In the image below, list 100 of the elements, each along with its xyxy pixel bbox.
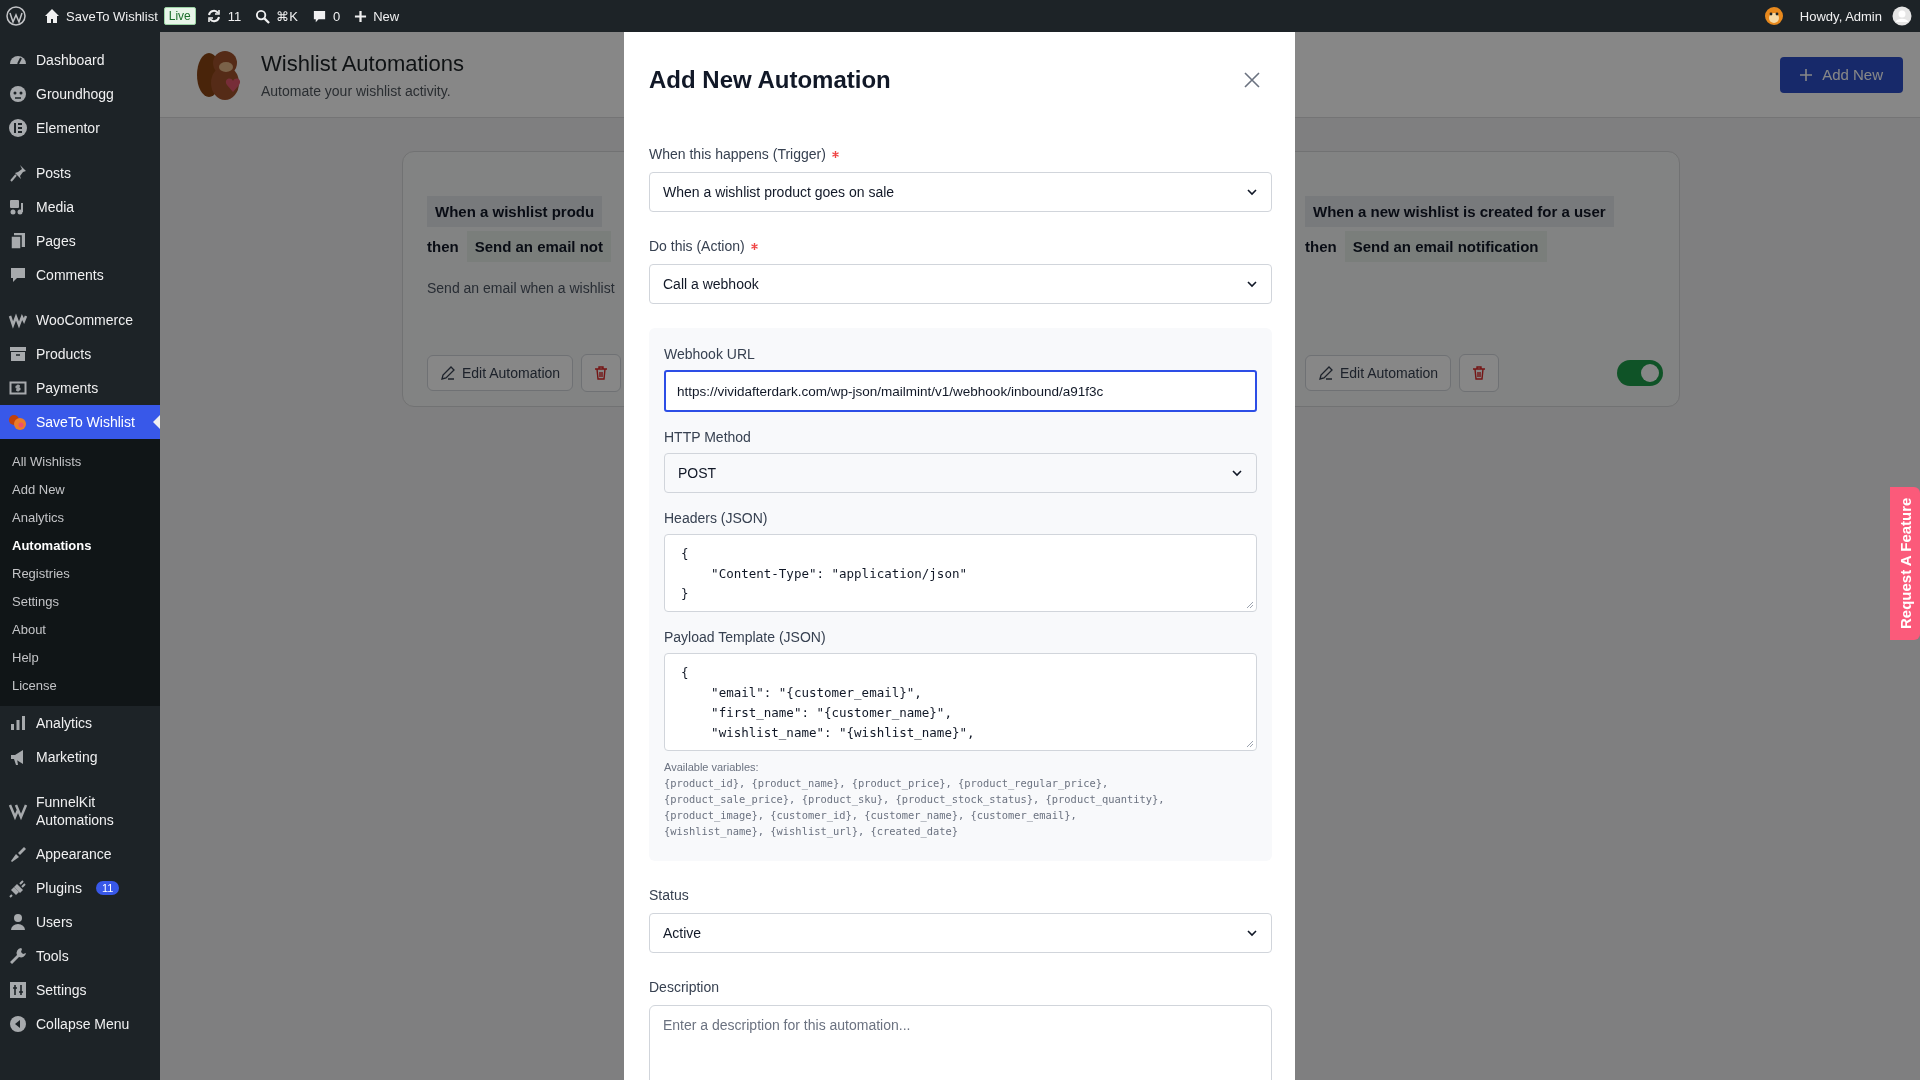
- sliders-icon: [8, 980, 28, 1000]
- field-label: Status: [649, 887, 689, 903]
- collapse-icon: [8, 1014, 28, 1034]
- sidebar-item[interactable]: WooCommerce: [0, 303, 160, 337]
- new-link[interactable]: New: [354, 8, 400, 24]
- circle-logo-icon[interactable]: [6, 6, 26, 26]
- sidebar-item[interactable]: Analytics: [0, 706, 160, 740]
- action-label: Send an email not: [466, 231, 612, 262]
- avatar-icon[interactable]: [1892, 6, 1912, 26]
- pencil-icon: [440, 365, 456, 381]
- code-line: }: [681, 585, 690, 603]
- comments-link[interactable]: 0: [311, 8, 341, 24]
- submenu-item[interactable]: Add New: [0, 475, 160, 503]
- sidebar-item[interactable]: Collapse Menu: [0, 1007, 160, 1041]
- plus-icon: [1800, 68, 1813, 81]
- field-label: Payload Template (JSON): [664, 629, 826, 645]
- submenu-item[interactable]: About: [0, 615, 160, 643]
- field-label: HTTP Method: [664, 429, 751, 445]
- archive-box-icon: [8, 344, 28, 364]
- variables-line: {product_id}, {product_name}, {product_price}, {product_regular_price},: [664, 776, 1110, 791]
- submenu-item[interactable]: Analytics: [0, 503, 160, 531]
- animal-face-icon: [8, 84, 28, 104]
- mascot-icon[interactable]: [1763, 6, 1784, 26]
- field-label: Headers (JSON): [664, 510, 768, 526]
- submenu-item[interactable]: Settings: [0, 587, 160, 615]
- sidebar-item[interactable]: Comments: [0, 258, 160, 292]
- paintbrush-icon: [8, 844, 28, 864]
- code-line: "Content-Type": "application/json": [710, 565, 968, 583]
- pages-icon: [8, 231, 28, 251]
- sidebar-item[interactable]: Tools: [0, 939, 160, 973]
- wrench-icon: [8, 946, 28, 966]
- field-label: Do this (Action): [649, 238, 745, 254]
- pushpin-icon: [8, 163, 28, 183]
- sidebar-item[interactable]: Pages: [0, 224, 160, 258]
- variables-line: {wishlist_name}, {wishlist_url}, {created_date}: [664, 824, 960, 839]
- field-label: When this happens (Trigger): [649, 146, 826, 162]
- add-new-button[interactable]: Add New: [1780, 56, 1903, 93]
- dropdown-field[interactable]: Active: [649, 913, 1272, 953]
- sidebar-item[interactable]: FunnelKit Automations: [0, 785, 160, 837]
- user-icon: [8, 912, 28, 932]
- code-line: "wishlist_name": "{wishlist_name}",: [710, 724, 976, 742]
- search-link[interactable]: ⌘K: [255, 8, 298, 24]
- code-line: "email": "{customer_email}",: [710, 684, 923, 702]
- search-icon: [255, 8, 271, 24]
- trash-icon: [593, 365, 610, 381]
- sidebar-item[interactable]: Marketing: [0, 740, 160, 774]
- modal-title: Add New Automation: [649, 66, 891, 94]
- description-field[interactable]: Enter a description for this automation...: [649, 1005, 1272, 1080]
- site-name-link[interactable]: SaveTo Wishlist: [66, 8, 158, 24]
- submenu-item[interactable]: All Wishlists: [0, 447, 160, 475]
- sidebar-item[interactable]: Groundhogg: [0, 77, 160, 111]
- automation-description: Send an email when a wishlist: [427, 280, 615, 296]
- connector-text: then: [1305, 238, 1337, 255]
- circle-bars-icon: [8, 118, 28, 138]
- submenu-item[interactable]: Registries: [0, 559, 160, 587]
- sidebar-item[interactable]: Settings: [0, 973, 160, 1007]
- toggle-switch[interactable]: [1617, 360, 1663, 386]
- dropdown-field[interactable]: When a wishlist product goes on sale: [649, 172, 1272, 212]
- connector-text: then: [427, 238, 459, 255]
- field-label: Webhook URL: [664, 346, 755, 362]
- submenu-item[interactable]: Automations: [0, 531, 160, 559]
- plug-icon: [8, 878, 28, 898]
- resize-handle-icon[interactable]: [1246, 740, 1254, 748]
- resize-handle-icon[interactable]: [1246, 601, 1254, 609]
- edit-automation-button[interactable]: Edit Automation: [1305, 355, 1452, 391]
- pencil-icon: [1318, 365, 1334, 381]
- code-line: {: [681, 664, 690, 682]
- code-field[interactable]: { "email": "{customer_email}", "first_name": "{customer_name}", "wishlist_name": "{wishlist_name}",: [664, 653, 1257, 751]
- updates-link[interactable]: 11: [205, 8, 242, 24]
- sidebar-item[interactable]: Dashboard: [0, 43, 160, 77]
- close-icon[interactable]: [1244, 72, 1260, 88]
- delete-button[interactable]: [1459, 354, 1500, 392]
- submenu-item[interactable]: License: [0, 671, 160, 699]
- help-text: Available variables:: [664, 761, 760, 773]
- delete-button[interactable]: [581, 354, 622, 392]
- action-label: Send an email notification: [1344, 231, 1547, 262]
- speech-bubble-icon: [311, 8, 327, 24]
- plus-icon: [354, 9, 368, 23]
- greeting-link[interactable]: Howdy, Admin: [1799, 8, 1882, 24]
- sidebar-item[interactable]: Posts: [0, 156, 160, 190]
- variables-line: {product_sale_price}, {product_sku}, {product_stock_status}, {product_quantity},: [664, 792, 1166, 807]
- dropdown-field[interactable]: Call a webhook: [649, 264, 1272, 304]
- sidebar-item[interactable]: Appearance: [0, 837, 160, 871]
- sidebar-item[interactable]: Payments: [0, 371, 160, 405]
- sidebar-item[interactable]: Products: [0, 337, 160, 371]
- dropdown-field[interactable]: POST: [664, 453, 1257, 493]
- page-title: Wishlist Automations: [261, 50, 464, 77]
- sidebar-item[interactable]: Media: [0, 190, 160, 224]
- count-badge: 11: [95, 881, 120, 895]
- submenu-item[interactable]: Help: [0, 643, 160, 671]
- code-field[interactable]: { "Content-Type": "application/json" }: [664, 534, 1257, 612]
- home-icon: [44, 8, 60, 24]
- code-line: {: [681, 545, 690, 563]
- sidebar-item[interactable]: Plugins 11: [0, 871, 160, 905]
- sidebar-item[interactable]: Users: [0, 905, 160, 939]
- sidebar-item[interactable]: SaveTo Wishlist: [0, 405, 160, 439]
- sidebar-item[interactable]: Elementor: [0, 111, 160, 145]
- url-field[interactable]: https://vividafterdark.com/wp-json/mailmint/v1/webhook/inbound/a91f3c: [664, 370, 1257, 412]
- edit-automation-button[interactable]: Edit Automation: [427, 355, 574, 391]
- required-icon: [750, 242, 758, 250]
